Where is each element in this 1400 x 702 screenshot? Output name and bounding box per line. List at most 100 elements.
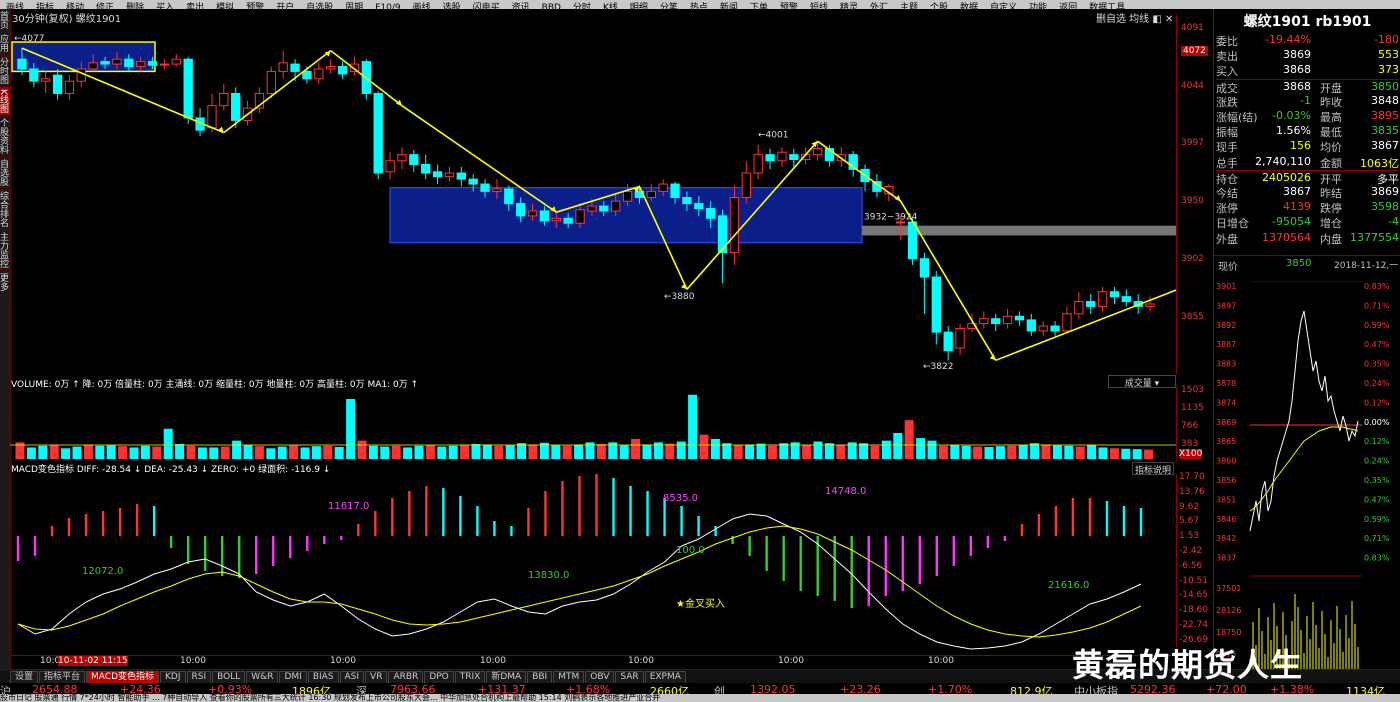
mini-left-tick: 3865 bbox=[1216, 437, 1236, 446]
menu-item[interactable]: 主题 bbox=[894, 4, 924, 10]
left-tab[interactable]: K线图 bbox=[0, 87, 10, 116]
menu-item[interactable]: 自选股 bbox=[300, 4, 339, 10]
quote-title: 螺纹1901 rb1901 bbox=[1243, 14, 1372, 30]
time-tick: 10:00 bbox=[928, 656, 954, 666]
quote-value: 3867 bbox=[1283, 185, 1311, 198]
quote-key-2: 昨收 bbox=[1320, 95, 1342, 109]
menu-item[interactable]: 画线 bbox=[407, 4, 437, 10]
menu-item[interactable]: 精灵 bbox=[834, 4, 864, 10]
candle-body bbox=[599, 205, 609, 212]
menu-item[interactable]: 功能 bbox=[1023, 4, 1053, 10]
menu-item[interactable]: F10/9 bbox=[369, 4, 406, 10]
menu-item[interactable]: 新闻 bbox=[714, 4, 744, 10]
mini-left-tick: 3851 bbox=[1216, 495, 1236, 504]
quote-key: 振幅 bbox=[1216, 126, 1238, 140]
menu-item[interactable]: 选股 bbox=[437, 4, 467, 10]
menu-item[interactable]: 明细 bbox=[624, 4, 654, 10]
candlestick-chart[interactable]: ←4077 ←4001 ←3880 ←3822 3932~3924 bbox=[10, 20, 1176, 375]
menu-item[interactable]: 外汇 bbox=[864, 4, 894, 10]
left-tab[interactable]: 主力监控 bbox=[0, 230, 10, 271]
intraday-minichart[interactable]: 3901 3897 3892 3887 3883 3878 3874 3869 3865 3860… bbox=[1214, 281, 1400, 669]
volume-bar bbox=[665, 443, 675, 459]
left-tab[interactable]: 个股资料 bbox=[0, 116, 10, 157]
candle-body bbox=[527, 210, 538, 217]
menu-item[interactable]: 模拟 bbox=[210, 4, 240, 10]
volume-bar bbox=[380, 446, 390, 459]
volume-bar bbox=[266, 448, 276, 459]
news-ticker[interactable]: 股市日记 股票通 行情 7*24小时 智能助手 ... 7种自动导入 查看你的股… bbox=[0, 694, 1400, 702]
quote-value-2: 373 bbox=[1378, 63, 1399, 77]
annotation-3822: ←3822 bbox=[923, 362, 953, 372]
quote-key-2: 金额 bbox=[1320, 156, 1342, 170]
candle-body bbox=[1050, 325, 1060, 332]
candle-body bbox=[563, 217, 573, 224]
menu-item[interactable]: 数据工具 bbox=[1083, 4, 1131, 10]
mini-right-tick: 0.12% bbox=[1364, 398, 1390, 407]
quote-value: -0.03% bbox=[1272, 109, 1311, 122]
candle-body bbox=[468, 178, 478, 185]
menu-item[interactable]: 卖出 bbox=[180, 4, 210, 10]
candle-body bbox=[480, 183, 490, 192]
candle-body bbox=[290, 63, 300, 72]
volume-bar bbox=[870, 445, 880, 459]
volume-bar bbox=[1109, 448, 1119, 459]
volume-bar bbox=[209, 447, 219, 459]
menu-item[interactable]: 短线 bbox=[804, 4, 834, 10]
menu-item[interactable]: 返回 bbox=[1053, 4, 1083, 10]
macd-value-label: 21616.0 bbox=[1048, 580, 1089, 591]
menu-item[interactable]: 分笔 bbox=[654, 4, 684, 10]
annotation-3880: ←3880 bbox=[664, 292, 695, 302]
candle-body bbox=[979, 318, 989, 325]
menu-item[interactable]: 闪电买 bbox=[467, 4, 506, 10]
menu-item[interactable]: 预警 bbox=[774, 4, 804, 10]
candle-body bbox=[432, 171, 443, 178]
time-tick: 10:00 bbox=[778, 656, 804, 666]
menu-item[interactable]: 分时 bbox=[567, 4, 597, 10]
volume-bar bbox=[277, 446, 287, 459]
candle-body bbox=[397, 154, 407, 162]
dea-line bbox=[17, 525, 1142, 638]
quote-key: 今结 bbox=[1216, 187, 1238, 200]
volume-bar bbox=[631, 438, 641, 459]
menu-item[interactable]: 预警 bbox=[240, 4, 270, 10]
menu-item[interactable]: 移动 bbox=[60, 4, 90, 10]
menu-item[interactable]: 周期 bbox=[339, 4, 369, 10]
menu-item[interactable]: 自定义 bbox=[984, 4, 1023, 10]
menu-item[interactable]: 数据 bbox=[954, 4, 984, 10]
menu-item[interactable]: 删除 bbox=[120, 4, 150, 10]
volume-bar bbox=[551, 445, 561, 459]
menu-item[interactable]: 指标 bbox=[30, 4, 60, 10]
menu-item[interactable]: 买入 bbox=[150, 4, 180, 10]
macd-tick: 5.67 bbox=[1179, 516, 1200, 527]
volume-bar bbox=[334, 447, 344, 459]
volume-bar bbox=[494, 445, 504, 459]
candle-body bbox=[955, 327, 965, 349]
mini-left-tick: 18750 bbox=[1216, 628, 1241, 637]
menu-item[interactable]: 下单 bbox=[744, 4, 774, 10]
menu-item[interactable]: 修正 bbox=[90, 4, 120, 10]
menu-item[interactable]: 资讯 bbox=[506, 4, 536, 10]
volume-bar bbox=[232, 440, 242, 459]
menu-item[interactable]: 热点 bbox=[684, 4, 714, 10]
left-tab[interactable]: 首页 bbox=[0, 9, 10, 32]
candle-body bbox=[231, 92, 241, 121]
candle-body bbox=[741, 172, 751, 199]
quote-row: 涨跌 -1 昨收 3848 bbox=[1216, 94, 1399, 109]
left-tab[interactable]: 综合排名 bbox=[0, 189, 10, 230]
menu-item[interactable]: 开户 bbox=[270, 4, 300, 10]
left-tab[interactable]: 分时图 bbox=[0, 55, 10, 87]
candle-body bbox=[694, 203, 704, 210]
menu-item[interactable]: BBD bbox=[536, 4, 567, 10]
quote-value-2: 3848 bbox=[1371, 93, 1399, 107]
left-tab[interactable]: 应用 bbox=[0, 32, 10, 55]
quote-row: 振幅 1.56% 最低 3835 bbox=[1216, 124, 1399, 139]
volume-bar bbox=[118, 446, 128, 459]
mini-right-tick: 0.83% bbox=[1364, 554, 1390, 563]
menu-item[interactable]: K线 bbox=[597, 4, 624, 10]
menu-item[interactable]: 个股 bbox=[924, 4, 954, 10]
quote-key: 外盘 bbox=[1216, 232, 1238, 246]
volume-tick: 1503 bbox=[1181, 385, 1204, 395]
left-tab[interactable]: 自选股 bbox=[0, 157, 10, 189]
left-tab[interactable]: 更多 bbox=[0, 271, 10, 294]
candle-body bbox=[1074, 301, 1084, 315]
